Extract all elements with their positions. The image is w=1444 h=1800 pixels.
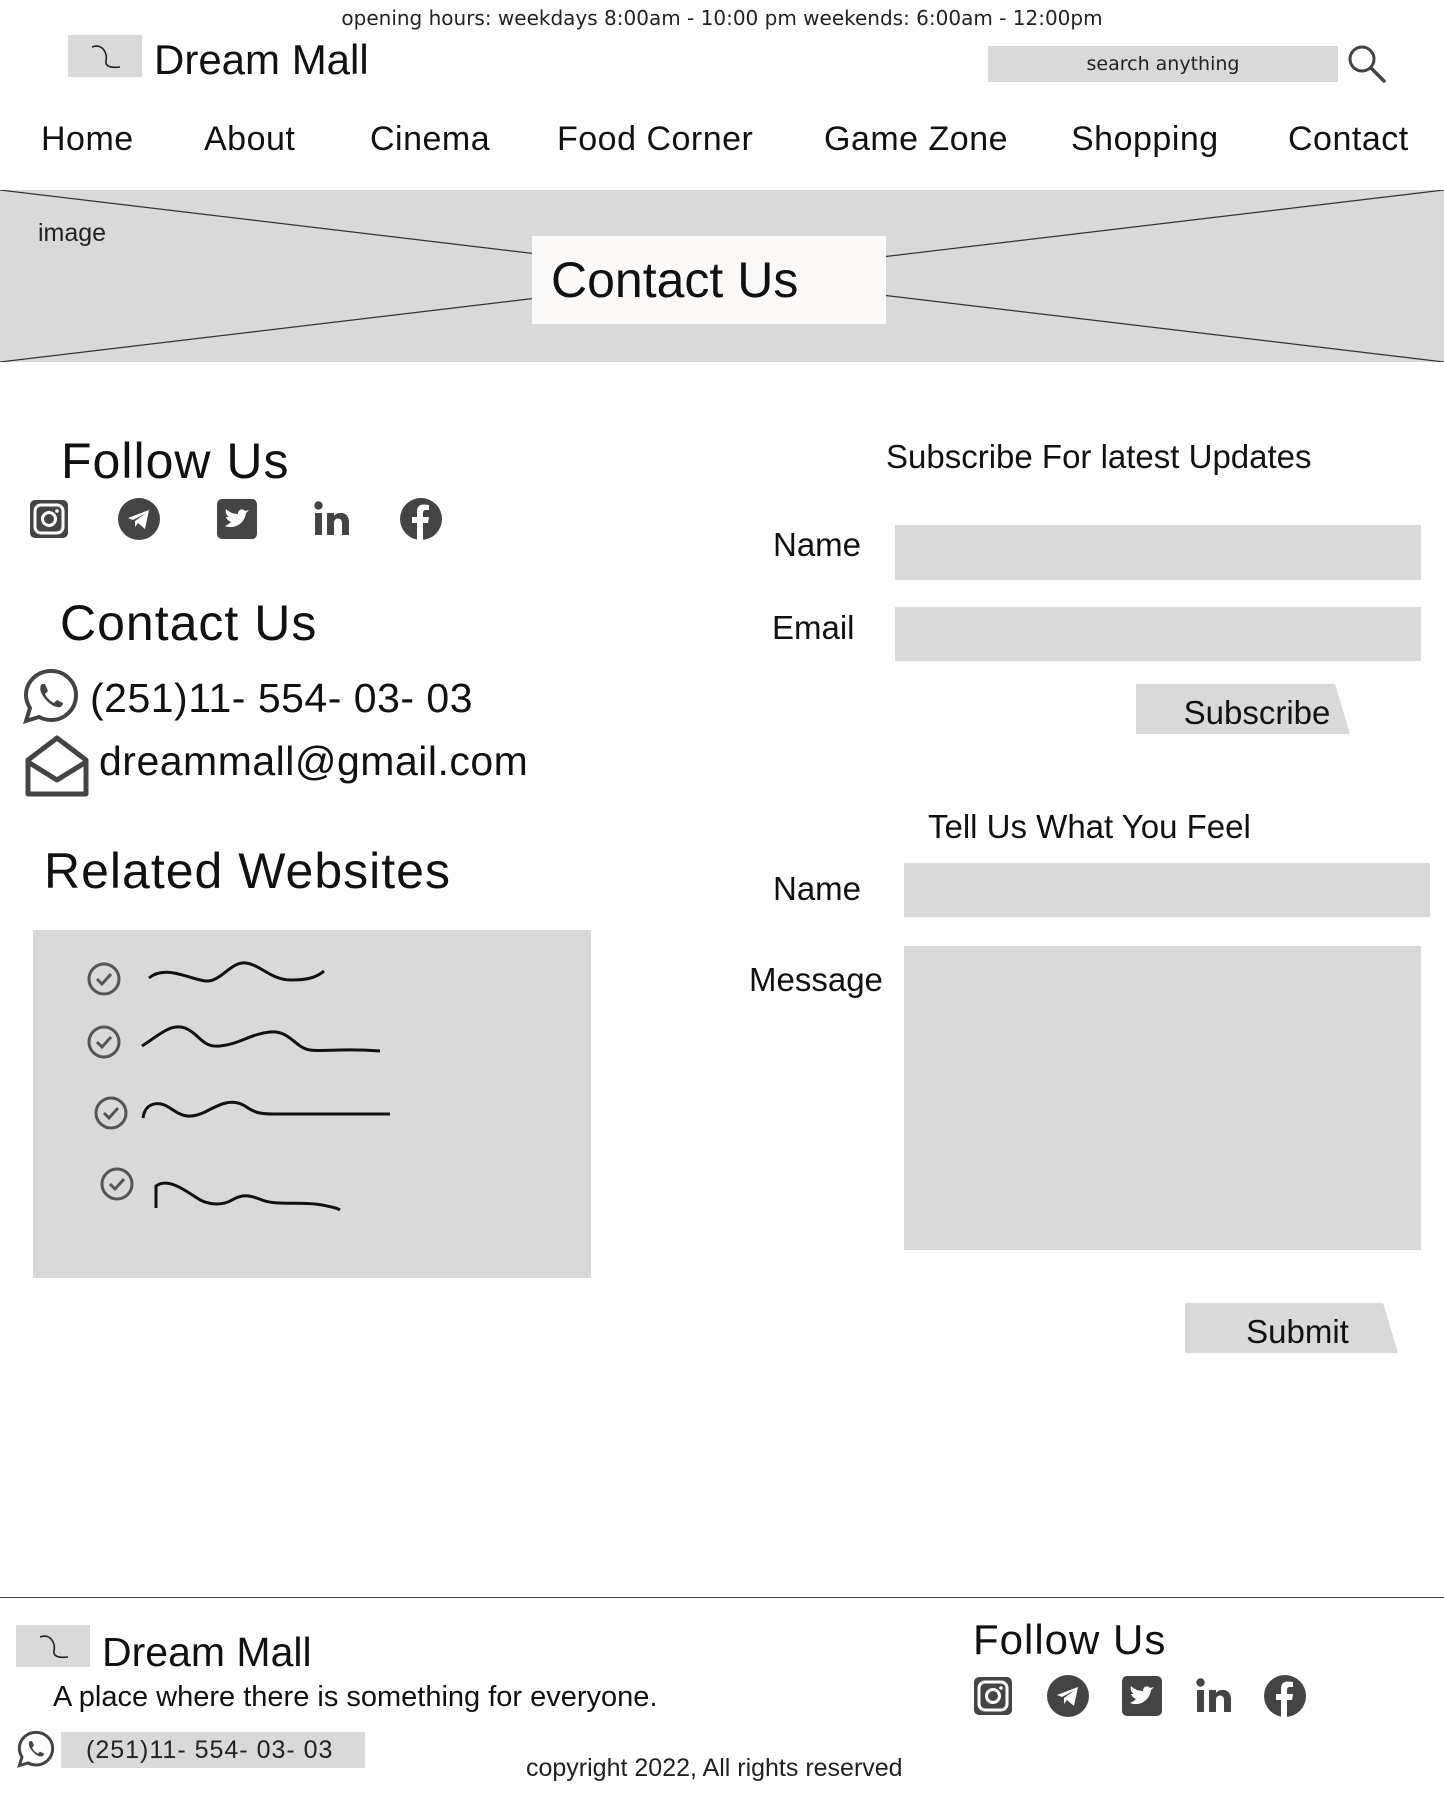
feedback-name-field[interactable] [904, 863, 1430, 917]
follow-us-heading: Follow Us [61, 433, 290, 489]
whatsapp-icon [21, 666, 81, 726]
footer-phone-text: (251)11- 554- 03- 03 [86, 1735, 334, 1764]
nav-home[interactable]: Home [41, 120, 134, 159]
nav-about[interactable]: About [204, 120, 295, 159]
related-link-3[interactable] [140, 1088, 405, 1128]
logo-icon[interactable] [68, 35, 142, 77]
hero-title-text: Contact Us [551, 252, 799, 308]
check-circle-icon [93, 1095, 129, 1131]
footer-phone[interactable]: (251)11- 554- 03- 03 [61, 1732, 365, 1768]
check-circle-icon [86, 961, 122, 997]
subscribe-name-field[interactable] [895, 525, 1421, 580]
twitter-icon[interactable] [214, 496, 260, 542]
submit-button[interactable]: Submit [1185, 1303, 1398, 1353]
footer-twitter-icon[interactable] [1119, 1673, 1165, 1719]
check-circle-icon [99, 1166, 135, 1202]
related-link-2[interactable] [140, 1018, 440, 1058]
footer-brand-name[interactable]: Dream Mall [102, 1629, 312, 1676]
contact-us-heading: Contact Us [60, 595, 318, 651]
feedback-heading: Tell Us What You Feel [928, 808, 1251, 845]
nav-shopping[interactable]: Shopping [1071, 120, 1219, 159]
hero-image-label: image [38, 219, 107, 247]
contact-email[interactable]: dreammall@gmail.com [99, 738, 528, 785]
footer-follow-heading: Follow Us [973, 1616, 1167, 1663]
subscribe-heading: Subscribe For latest Updates [886, 438, 1312, 475]
search-placeholder: search anything [1086, 53, 1240, 75]
check-circle-icon [86, 1024, 122, 1060]
footer-telegram-icon[interactable] [1045, 1673, 1091, 1719]
brand-name[interactable]: Dream Mall [154, 36, 369, 84]
subscribe-name-label: Name [773, 526, 862, 563]
linkedin-icon[interactable] [310, 496, 356, 542]
footer-logo-icon[interactable] [16, 1625, 90, 1667]
feedback-message-label: Message [749, 961, 883, 998]
footer-whatsapp-icon [16, 1729, 56, 1769]
related-websites-heading: Related Websites [44, 843, 451, 899]
search-input[interactable]: search anything [988, 46, 1338, 82]
subscribe-button[interactable]: Subscribe [1136, 684, 1350, 734]
related-websites-list [33, 930, 591, 1278]
facebook-icon[interactable] [398, 496, 444, 542]
telegram-icon[interactable] [116, 496, 162, 542]
subscribe-email-field[interactable] [895, 607, 1421, 661]
contact-phone[interactable]: (251)11- 554- 03- 03 [90, 675, 473, 722]
nav-contact[interactable]: Contact [1288, 120, 1409, 159]
submit-button-label: Submit [1246, 1313, 1349, 1350]
related-link-4[interactable] [152, 1168, 382, 1218]
footer-tagline: A place where there is something for eve… [53, 1681, 658, 1713]
footer-linkedin-icon[interactable] [1192, 1673, 1238, 1719]
copyright-text: copyright 2022, All rights reserved [526, 1754, 903, 1782]
search-icon[interactable] [1345, 42, 1389, 86]
instagram-icon[interactable] [26, 496, 72, 542]
footer-divider [0, 1597, 1444, 1598]
nav-cinema[interactable]: Cinema [370, 120, 490, 159]
footer-instagram-icon[interactable] [970, 1673, 1016, 1719]
feedback-message-field[interactable] [904, 946, 1421, 1250]
footer-facebook-icon[interactable] [1262, 1673, 1308, 1719]
subscribe-email-label: Email [772, 609, 855, 646]
related-link-1[interactable] [146, 956, 396, 996]
nav-food-corner[interactable]: Food Corner [557, 120, 753, 159]
envelope-open-icon [24, 732, 90, 798]
hero-title: Contact Us [532, 236, 886, 324]
opening-hours: opening hours: weekdays 8:00am - 10:00 p… [341, 6, 1103, 30]
feedback-name-label: Name [773, 870, 862, 907]
subscribe-button-label: Subscribe [1183, 694, 1331, 731]
nav-game-zone[interactable]: Game Zone [824, 120, 1008, 159]
